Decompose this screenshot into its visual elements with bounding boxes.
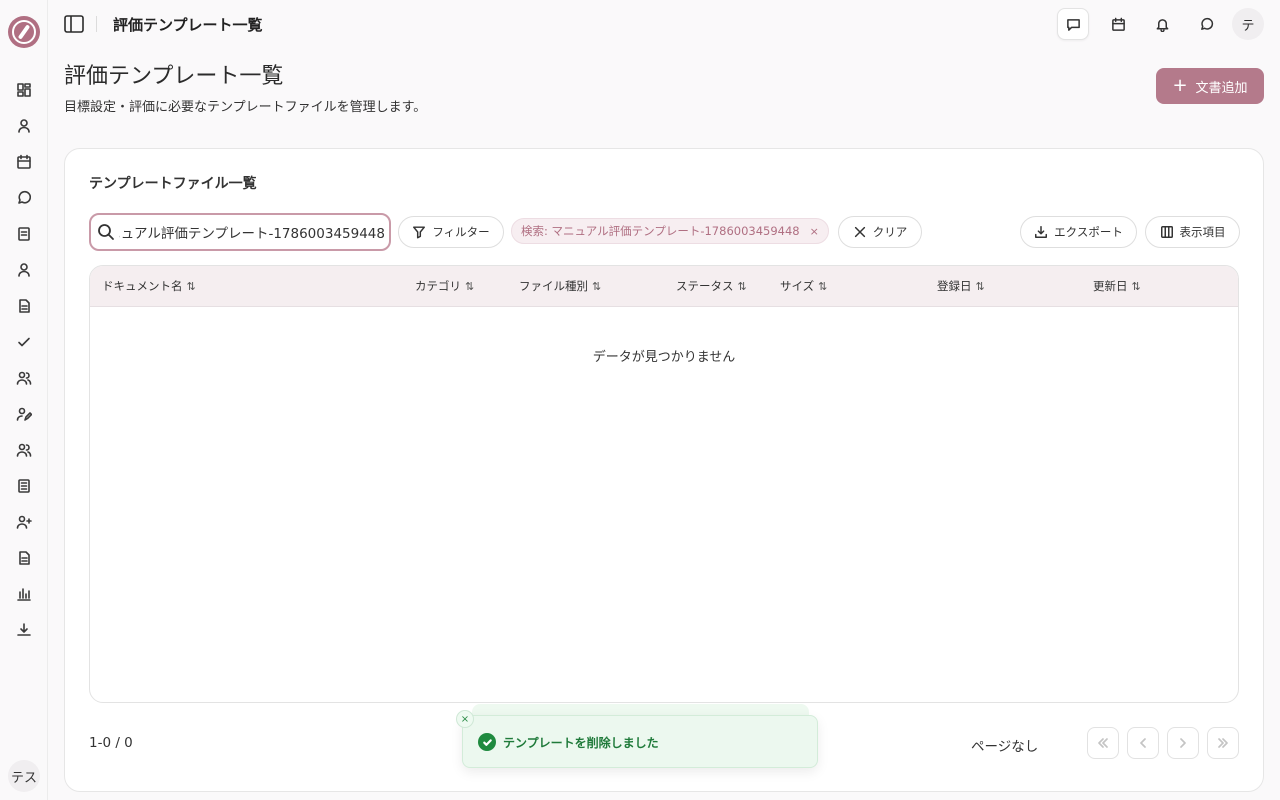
column-header-document-name[interactable]: ドキュメント名 ⇅ [102,278,196,294]
dashboard-icon[interactable] [14,80,34,100]
empty-message: データが見つかりません [592,350,736,365]
chat-bubble-icon [1200,17,1213,30]
filter-label: フィルター [432,225,490,239]
compass-icon [12,20,36,44]
person-icon[interactable] [14,260,34,280]
chip-label: 検索: マニュアル評価テンプレート-1786003459448 [521,224,800,238]
notebook-icon[interactable] [14,476,34,496]
calendar-button[interactable] [1102,8,1134,40]
column-header-size[interactable]: サイズ ⇅ [780,278,827,294]
file-icon[interactable] [14,296,34,316]
chevrons-left-icon [1098,738,1108,748]
sort-icon: ⇅ [186,280,196,293]
calendar-icon[interactable] [14,152,34,172]
add-document-label: 文書追加 [1195,80,1248,96]
columns-icon [1160,226,1173,238]
message-button[interactable] [1057,8,1089,40]
previous-page-button[interactable] [1127,727,1159,759]
sort-icon: ⇅ [1131,280,1141,293]
first-page-button[interactable] [1087,727,1119,759]
account-avatar[interactable]: テ [1232,8,1264,40]
columns-label: 表示項目 [1179,225,1226,239]
sort-icon: ⇅ [465,280,475,293]
sort-icon: ⇅ [737,280,747,293]
search-input[interactable] [119,215,385,249]
chevron-right-icon [1180,738,1186,748]
app-logo[interactable] [8,16,40,48]
page-subtitle: 目標設定・評価に必要なテンプレートファイルを管理します。 [64,100,427,115]
notifications-button[interactable] [1146,8,1178,40]
next-page-button[interactable] [1167,727,1199,759]
column-header-file-type[interactable]: ファイル種別 ⇅ [519,278,601,294]
user-avatar[interactable]: テス [8,760,40,792]
user-edit-icon[interactable] [14,404,34,424]
file-text-icon[interactable] [14,548,34,568]
search-filter-chip: 検索: マニュアル評価テンプレート-1786003459448 × [511,218,829,244]
column-header-status[interactable]: ステータス ⇅ [676,278,747,294]
sidebar-toggle-button[interactable] [62,12,86,36]
sort-icon: ⇅ [818,280,828,293]
chip-remove-icon[interactable]: × [810,225,819,238]
column-header-updated-date[interactable]: 更新日 ⇅ [1093,278,1141,294]
document-list-icon[interactable] [14,224,34,244]
close-icon [854,226,865,238]
last-page-button[interactable] [1207,727,1239,759]
column-header-category[interactable]: カテゴリ ⇅ [415,278,474,294]
clear-label: クリア [872,225,908,239]
sidebar: テス [0,0,48,800]
success-toast: テンプレートを削除しました [462,715,818,768]
table-header: ドキュメント名 ⇅ カテゴリ ⇅ ファイル種別 ⇅ ステータス ⇅ サイズ ⇅ 登録日 ⇅ … [90,266,1238,307]
toast-close-button[interactable]: × [456,710,474,728]
chat-button[interactable] [1190,8,1222,40]
download-icon[interactable] [14,620,34,640]
top-bar: 評価テンプレート一覧 テ [48,0,1280,48]
toast-message: テンプレートを削除しました [503,736,659,750]
filter-icon [413,226,426,239]
user-icon[interactable] [14,116,34,136]
check-circle-icon [478,733,496,751]
users-icon[interactable] [14,368,34,388]
plus-icon: + [1172,75,1188,96]
filter-button[interactable]: フィルター [398,216,504,248]
divider [96,16,97,32]
sort-icon: ⇅ [592,280,602,293]
columns-button[interactable]: 表示項目 [1145,216,1240,248]
search-box [89,213,391,251]
export-label: エクスポート [1054,225,1123,239]
template-list-card: テンプレートファイル一覧 フィルター 検索: マニュアル評価テンプレート-178… [64,148,1264,792]
page-title: 評価テンプレート一覧 [64,64,284,89]
result-count: 1-0 / 0 [89,735,133,751]
message-square-icon [1066,18,1080,31]
template-table: ドキュメント名 ⇅ カテゴリ ⇅ ファイル種別 ⇅ ステータス ⇅ サイズ ⇅ 登録日 ⇅ … [89,265,1239,703]
chevron-left-icon [1140,738,1146,748]
bell-icon [1156,18,1168,32]
search-icon [98,224,114,240]
check-icon[interactable] [14,332,34,352]
page-indicator: ページなし [971,739,1039,755]
calendar-icon [1111,17,1125,31]
panel-left-icon [64,15,84,33]
clear-button[interactable]: クリア [838,216,922,248]
download-icon [1035,226,1048,238]
card-title: テンプレートファイル一覧 [89,176,257,192]
export-button[interactable]: エクスポート [1020,216,1137,248]
chat-icon[interactable] [14,188,34,208]
bar-chart-icon[interactable] [14,584,34,604]
add-document-button[interactable]: + 文書追加 [1156,68,1264,104]
column-header-registered-date[interactable]: 登録日 ⇅ [937,278,985,294]
user-plus-icon[interactable] [14,512,34,532]
team-icon[interactable] [14,440,34,460]
chevrons-right-icon [1218,738,1228,748]
sort-icon: ⇅ [975,280,985,293]
header-title: 評価テンプレート一覧 [113,16,263,34]
